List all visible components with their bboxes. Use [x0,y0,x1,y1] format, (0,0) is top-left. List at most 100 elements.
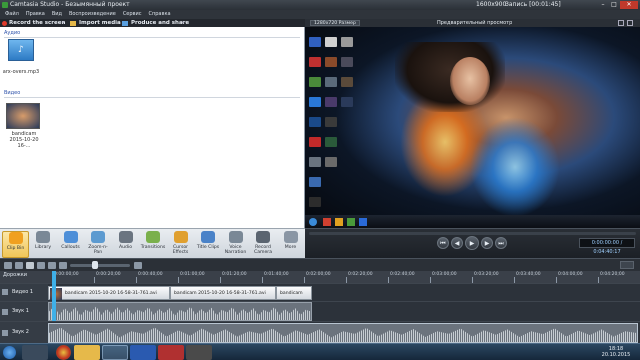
tracks-label: Дорожки [3,272,27,278]
import-media-button[interactable]: Import media [79,19,121,27]
copy-icon[interactable] [48,262,56,269]
start-orb-icon [309,218,317,226]
ribbon-record-camera-button[interactable]: Record Camera [250,231,277,258]
taskbar-folder-icon[interactable] [74,345,100,360]
zoom-n-pan-icon [91,231,105,243]
ice-effect [470,117,560,217]
skip-back-icon[interactable]: ⏮ [437,237,449,249]
audio-waveform [49,327,637,342]
video-clip-thumbnail[interactable] [6,103,40,129]
timeline-settings-icon[interactable] [620,261,634,269]
time-display: 0:00:00:00 / 0:04:40:17 [579,238,635,255]
track-header[interactable]: Звук 1 [0,302,48,321]
ribbon-clip-bin-button[interactable]: Clip Bin [2,231,29,258]
close-icon[interactable]: ✕ [620,1,638,9]
menu-view[interactable]: Вид [52,10,62,19]
library-icon [36,231,50,243]
preview-header: 1280x720 Размер Предварительный просмотр [305,19,640,27]
ribbon-zoom-n-pan-button[interactable]: Zoom-n-Pan [85,231,112,258]
ribbon-label: Library [34,245,52,250]
zoom-slider-handle[interactable] [92,261,98,269]
taskbar-app-icon[interactable] [186,345,212,360]
menu-edit[interactable]: Правка [26,10,45,19]
ribbon-callouts-button[interactable]: Callouts [57,231,84,258]
video-clip[interactable]: bandicam [276,286,312,300]
ruler-tick-label: 0:04:00;00 [558,272,583,277]
maximize-icon[interactable]: □ [609,1,619,9]
track-header[interactable]: Видео 1 [0,284,48,301]
ribbon-library-button[interactable]: Library [30,231,57,258]
task-ribbon: Clip Bin Library Callouts Zoom-n-Pan Audio Tr… [0,228,305,258]
step-forward-icon[interactable]: ▶ [481,237,493,249]
audio-clip[interactable] [48,302,312,321]
import-icon [70,21,76,26]
redo-icon[interactable] [15,262,23,269]
ribbon-audio-button[interactable]: Audio [112,231,139,258]
fullscreen-icon[interactable] [627,20,633,26]
cut-icon[interactable] [26,262,34,269]
ribbon-voice-narration-button[interactable]: Voice Narration [222,231,249,258]
audio-clip-item[interactable]: ♪ [6,39,36,67]
start-button-icon[interactable] [3,346,16,359]
timeline-ruler[interactable]: Дорожки 0:00:00;00 0:00:20;00 0:00:40;00 0:… [0,271,640,283]
resolution-label: 1600x900 [476,1,507,8]
split-icon[interactable] [37,262,45,269]
zoom-in-icon[interactable] [134,262,142,269]
main-toolbar: Record the screen ▾ Import media Produce… [0,19,305,27]
audio-clip[interactable] [48,323,638,343]
chevron-down-icon[interactable]: ▾ [62,19,65,27]
face-shape [450,57,490,105]
video-track-label: Видео 1 [12,289,34,295]
minimize-icon[interactable]: – [598,1,608,9]
ribbon-transitions-button[interactable]: Transitions [140,231,167,258]
menu-help[interactable]: Справка [149,10,171,19]
video-clip[interactable]: bandicam 2015-10-20 16-58-31-761.avi [48,286,170,300]
zoom-out-icon[interactable] [59,262,67,269]
taskbar-app-icon[interactable] [158,345,184,360]
playhead[interactable] [52,271,56,321]
menu-file[interactable]: Файл [5,10,19,19]
callouts-icon [63,231,78,243]
taskbar-explorer-icon[interactable] [22,345,48,360]
ribbon-more-button[interactable]: More [277,231,304,258]
track-lock-icon[interactable] [2,289,8,295]
size-select[interactable]: 1280x720 Размер [310,20,360,26]
ribbon-title-clips-button[interactable]: Title Clips [195,231,222,258]
record-screen-button[interactable]: Record the screen [9,19,65,27]
menu-playback[interactable]: Воспроизведение [69,10,116,19]
scrub-bar[interactable] [309,232,636,235]
desktop-icon [309,157,321,167]
ribbon-label: Title Clips [196,245,220,250]
chevron-down-icon[interactable]: ▾ [182,19,185,27]
ribbon-label: Audio [118,245,133,250]
preview-canvas[interactable] [305,27,640,228]
track-lock-icon[interactable] [2,330,8,336]
record-icon [2,21,7,26]
divider [4,37,300,38]
menu-tools[interactable]: Сервис [123,10,142,19]
undo-icon[interactable] [4,262,12,269]
taskbar-camtasia-icon[interactable] [102,345,128,360]
taskbar-app-icon[interactable] [130,345,156,360]
track-header[interactable]: Звук 2 [0,322,48,343]
desktop-icon [325,77,337,87]
taskbar-app-icon [323,218,331,226]
skip-forward-icon[interactable]: ⏭ [495,237,507,249]
title-clips-icon [201,231,215,243]
ruler-tick-label: 0:03:00;00 [432,272,457,277]
ribbon-cursor-effects-button[interactable]: Cursor Effects [167,231,194,258]
track-lock-icon[interactable] [2,309,8,315]
ribbon-label: Callouts [61,245,80,250]
video-track: Видео 1 bandicam 2015-10-20 16-58-31-761… [0,283,640,301]
play-icon[interactable]: ▶ [465,236,479,250]
transitions-icon [146,231,160,243]
taskbar-chrome-icon[interactable] [56,345,71,360]
step-back-icon[interactable]: ◀ [451,237,463,249]
detach-icon[interactable] [618,20,624,26]
cursor-effects-icon [173,231,188,243]
video-clip[interactable]: bandicam 2015-10-20 16-58-31-761.avi [170,286,276,300]
menu-bar: Файл Правка Вид Воспроизведение Сервис С… [0,10,640,19]
zoom-slider-track[interactable] [70,264,130,267]
desktop-icon [325,137,337,147]
produce-share-button[interactable]: Produce and share [131,19,189,27]
